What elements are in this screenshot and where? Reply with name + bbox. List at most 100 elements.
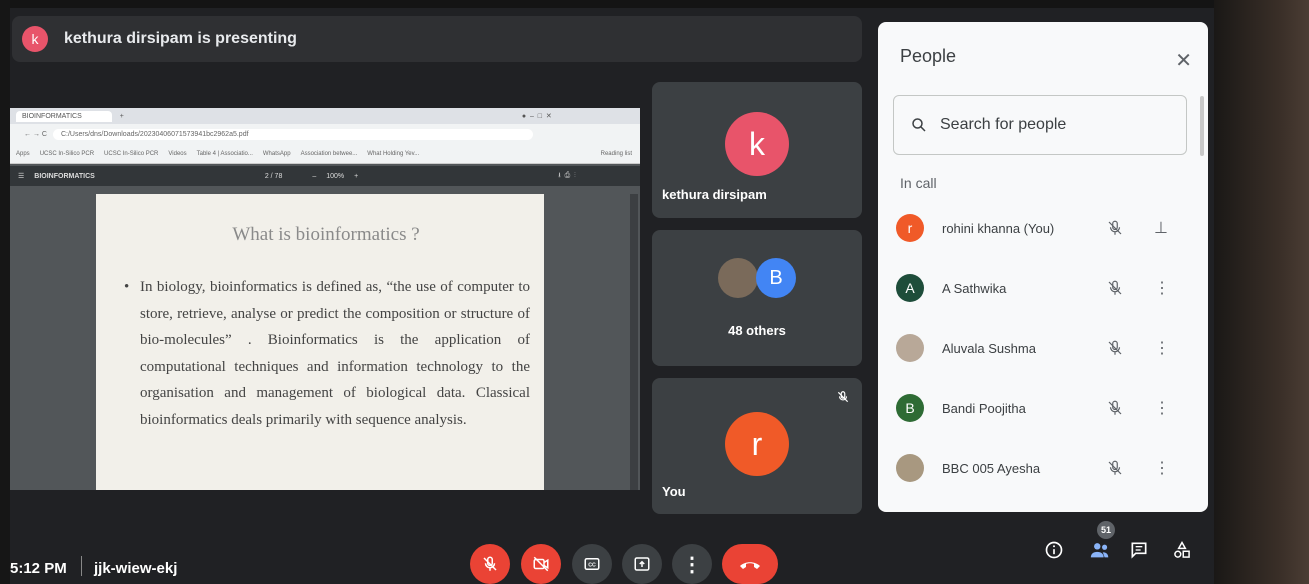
more-options-button[interactable]: ⋮ <box>672 544 712 584</box>
more-options-icon[interactable]: ⋮ <box>1154 278 1170 298</box>
participant-row[interactable]: r rohini khanna (You) ⊥ <box>896 208 1196 248</box>
divider <box>81 556 82 576</box>
people-panel-title: People <box>900 46 957 66</box>
others-label: 48 others <box>728 323 786 338</box>
participant-name: Bandi Poojitha <box>942 400 1026 416</box>
participant-avatar <box>896 454 924 482</box>
window-controls-icon: ● – □ ✕ <box>521 113 552 120</box>
participant-name: BBC 005 Ayesha <box>942 460 1041 476</box>
captions-button[interactable]: CC <box>572 544 612 584</box>
self-tile-name: You <box>662 484 686 499</box>
search-box[interactable] <box>893 95 1187 155</box>
info-icon <box>1045 541 1063 559</box>
presenting-label: kethura dirsipam is presenting <box>64 30 297 47</box>
address-bar: C:/Users/dns/Downloads/20230406071573941… <box>52 128 533 140</box>
pdf-title: BIOINFORMATICS <box>34 172 95 180</box>
bookmark-item: WhatsApp <box>262 150 291 157</box>
slide-text: In biology, bioinformatics is defined as… <box>140 279 530 428</box>
mic-off-icon <box>1108 340 1122 355</box>
bookmark-item: Videos <box>168 150 187 157</box>
presenting-banner: k kethura dirsipam is presenting <box>12 16 862 62</box>
present-screen-button[interactable] <box>622 544 662 584</box>
participant-photo <box>718 258 758 298</box>
activities-button[interactable] <box>1170 538 1194 562</box>
chat-icon <box>1131 542 1147 559</box>
others-tile[interactable]: B 48 others <box>652 230 862 366</box>
presenter-tile-avatar: k <box>725 112 789 176</box>
mic-off-icon <box>483 556 497 571</box>
more-vert-icon: ⋮ <box>682 553 702 576</box>
reading-list: Reading list <box>600 150 632 157</box>
pdf-page: What is bioinformatics ? • In biology, b… <box>96 194 544 490</box>
participant-row[interactable]: BBC 005 Ayesha ⋮ <box>896 448 1196 488</box>
nav-arrows-icon: ← → C <box>24 130 47 138</box>
participant-count-badge: 51 <box>1097 521 1115 539</box>
hang-up-icon <box>740 562 760 569</box>
participant-row[interactable]: Aluvala Sushma ⋮ <box>896 328 1196 368</box>
presenter-avatar: k <box>22 26 48 52</box>
menu-icon: ☰ <box>18 173 25 180</box>
screen-bezel-right <box>1214 0 1309 584</box>
screen-bezel-left <box>0 0 10 584</box>
zoom-in-icon: + <box>354 172 359 180</box>
more-options-icon[interactable]: ⋮ <box>1154 398 1170 418</box>
more-options-icon[interactable]: ⋮ <box>1154 338 1170 358</box>
bookmarks-bar: Apps UCSC In-Silico PCR UCSC In-Silico P… <box>10 144 640 164</box>
self-tile[interactable]: r You <box>652 378 862 514</box>
clock: 5:12 PM <box>10 560 67 577</box>
mic-off-icon <box>1108 220 1122 235</box>
svg-text:CC: CC <box>588 563 596 569</box>
mic-off-icon <box>837 391 849 403</box>
mic-off-icon <box>1108 400 1122 415</box>
mic-off-icon <box>1108 460 1122 475</box>
pdf-zoom: 100% <box>326 172 345 180</box>
participant-avatar: A <box>896 274 924 302</box>
present-icon <box>634 557 650 571</box>
participant-row[interactable]: A A Sathwika ⋮ <box>896 268 1196 308</box>
new-tab-icon: + <box>119 112 124 120</box>
search-input[interactable] <box>940 116 1160 134</box>
browser-tab-row: BIOINFORMATICS + ● – □ ✕ <box>10 108 640 124</box>
people-button[interactable] <box>1088 538 1112 562</box>
presenter-tile-name: kethura dirsipam <box>662 187 767 202</box>
self-tile-avatar: r <box>725 412 789 476</box>
meet-window: k kethura dirsipam is presenting BIOINFO… <box>0 0 1309 584</box>
browser-tab: BIOINFORMATICS <box>16 110 112 122</box>
address-row: ← → C C:/Users/dns/Downloads/20230406071… <box>10 124 640 144</box>
pdf-page-indicator: 2 / 78 <box>264 172 283 180</box>
close-icon[interactable]: ✕ <box>1175 48 1192 73</box>
bookmark-item: UCSC In-Silico PCR <box>39 150 95 157</box>
participant-avatar: r <box>896 214 924 242</box>
meeting-details-button[interactable] <box>1042 538 1066 562</box>
download-print-icons: ⭳ ⎙ ⋮ <box>558 171 576 179</box>
camera-toggle-button[interactable] <box>521 544 561 584</box>
bookmark-item: What Holding Yev... <box>367 150 420 157</box>
leave-call-button[interactable] <box>722 544 778 584</box>
participant-name: A Sathwika <box>942 280 1007 296</box>
presenter-tile[interactable]: k kethura dirsipam <box>652 82 862 218</box>
search-icon <box>912 118 926 132</box>
panel-scrollbar[interactable] <box>1200 96 1204 156</box>
people-panel: People ✕ In call r rohini khanna (You) ⊥… <box>878 22 1208 512</box>
bookmark-item: UCSC In-Silico PCR <box>104 150 159 157</box>
browser-chrome: BIOINFORMATICS + ● – □ ✕ ← → C C:/Users/… <box>10 108 640 164</box>
participant-row[interactable]: B Bandi Poojitha ⋮ <box>896 388 1196 428</box>
bookmark-item: Table 4 | Associatio... <box>196 150 253 157</box>
participant-avatar <box>896 334 924 362</box>
pdf-toolbar: ☰ BIOINFORMATICS 2 / 78 – 100% + ⭳ ⎙ ⋮ <box>10 166 640 186</box>
pdf-scrollbar <box>630 194 638 490</box>
in-call-heading: In call <box>900 175 937 191</box>
mic-off-icon <box>1108 280 1122 295</box>
bullet: • <box>124 279 130 295</box>
participant-name: rohini khanna (You) <box>942 220 1055 236</box>
camera-off-icon <box>533 556 549 572</box>
others-avatar: B <box>756 258 796 298</box>
more-options-icon[interactable]: ⋮ <box>1154 458 1170 478</box>
mic-toggle-button[interactable] <box>470 544 510 584</box>
captions-icon: CC <box>584 558 600 570</box>
chat-button[interactable] <box>1127 538 1151 562</box>
slide-title: What is bioinformatics ? <box>232 224 420 245</box>
people-icon <box>1090 543 1109 558</box>
pin-icon[interactable]: ⊥ <box>1154 218 1168 238</box>
participant-name: Aluvala Sushma <box>942 340 1036 356</box>
